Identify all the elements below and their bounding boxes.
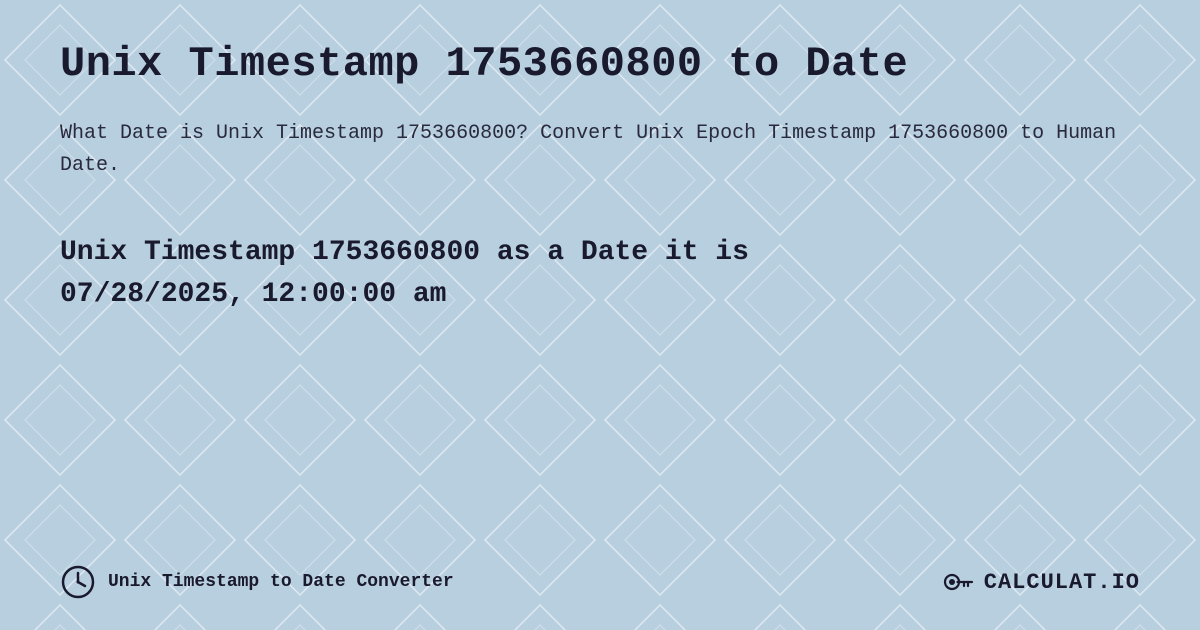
footer-label: Unix Timestamp to Date Converter (108, 572, 454, 592)
result-line2: 07/28/2025, 12:00:00 am (60, 279, 446, 310)
logo-icon (940, 564, 976, 600)
footer-left: Unix Timestamp to Date Converter (60, 564, 454, 600)
result-section: Unix Timestamp 1753660800 as a Date it i… (60, 232, 1140, 316)
clock-icon (60, 564, 96, 600)
logo-text: CALCULAT.IO (984, 570, 1140, 595)
page-title: Unix Timestamp 1753660800 to Date (60, 40, 1140, 88)
footer: Unix Timestamp to Date Converter CALCULA… (60, 549, 1140, 600)
logo-area: CALCULAT.IO (940, 564, 1140, 600)
page-content: Unix Timestamp 1753660800 to Date What D… (0, 0, 1200, 630)
result-line1: Unix Timestamp 1753660800 as a Date it i… (60, 237, 749, 268)
page-description: What Date is Unix Timestamp 1753660800? … (60, 118, 1140, 182)
